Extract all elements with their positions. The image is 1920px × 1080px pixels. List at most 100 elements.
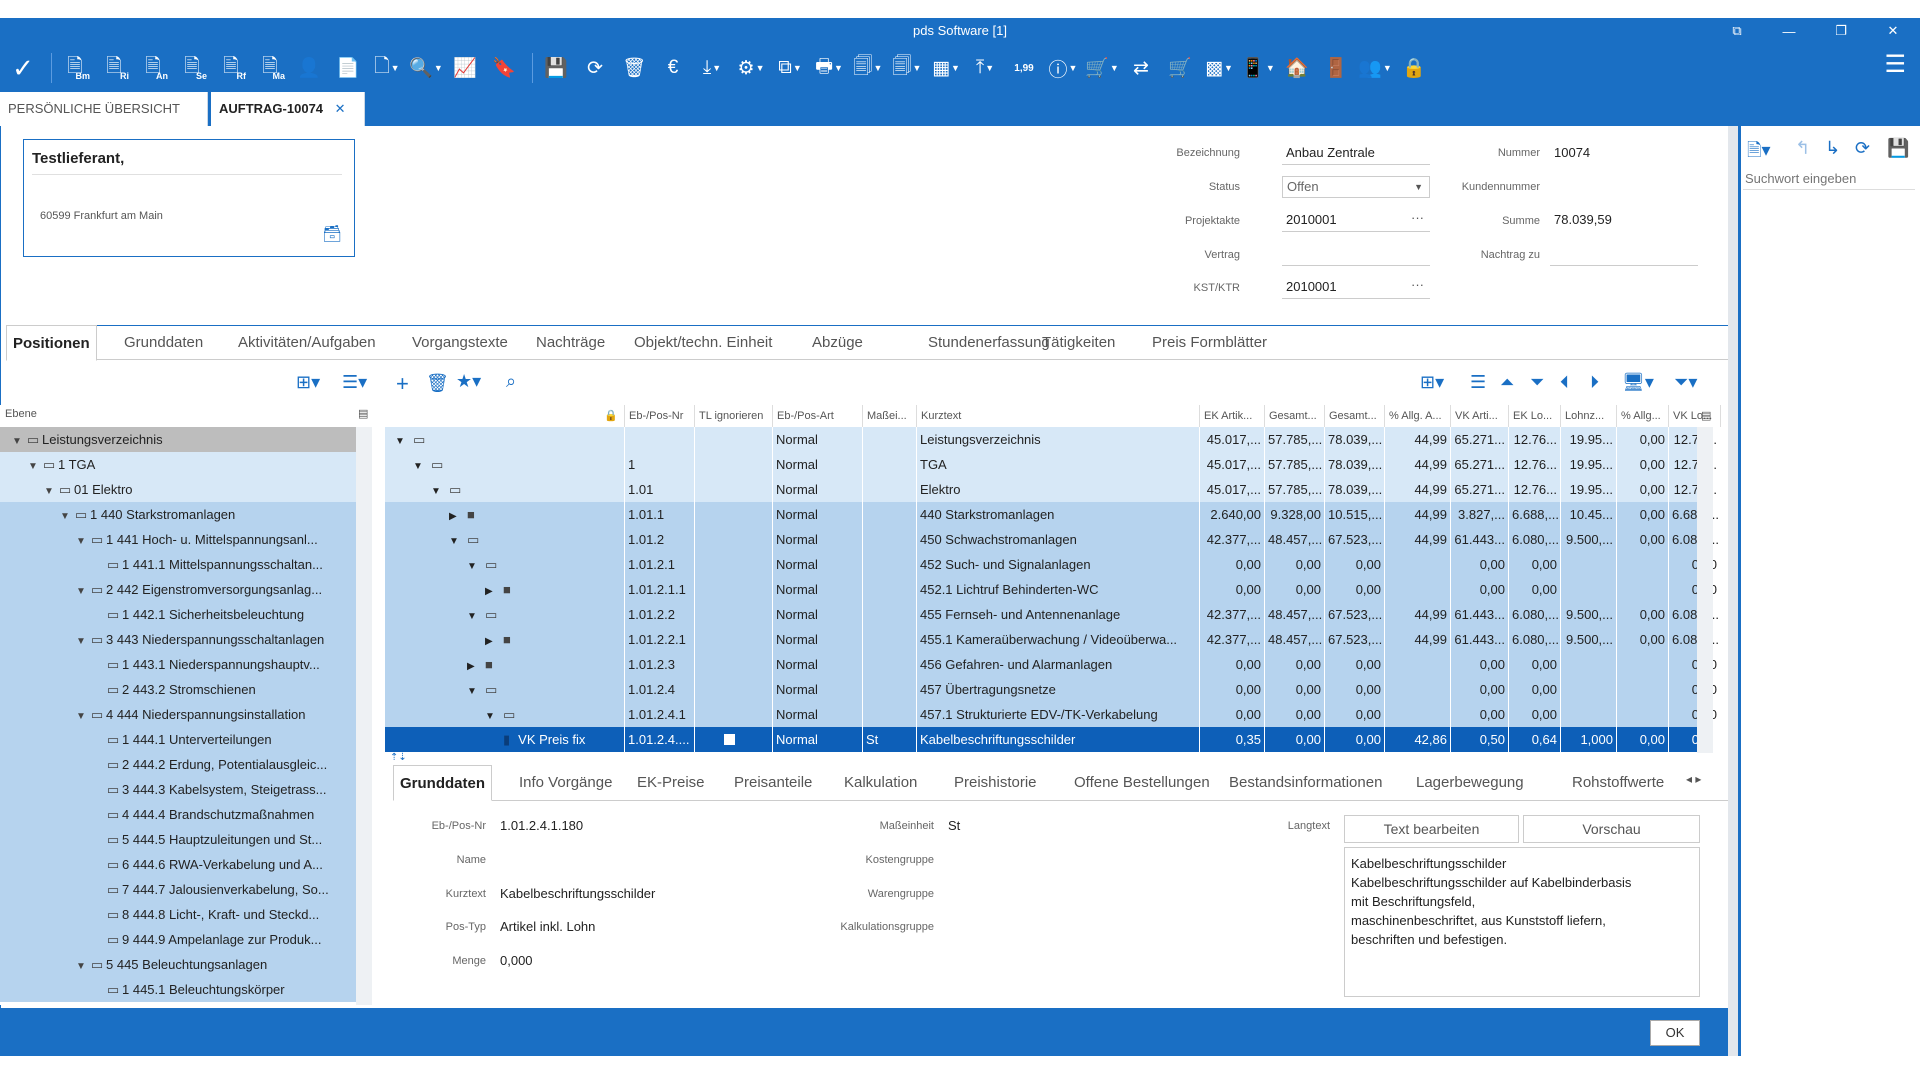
undo-icon[interactable]: ↰	[1795, 138, 1810, 159]
masseinheit-value[interactable]: St	[948, 818, 960, 833]
euro-icon[interactable]: €	[656, 51, 690, 85]
grid-column-header[interactable]: % Allg...	[1617, 405, 1669, 427]
langtext-box[interactable]: Kabelbeschriftungsschilder Kabelbeschrif…	[1344, 847, 1700, 997]
upload-icon[interactable]: ⤒ ▼	[968, 51, 1002, 85]
tab-auftrag[interactable]: AUFTRAG-10074 ✕	[211, 92, 365, 126]
detail-tab-2[interactable]: EK-Preise	[631, 765, 711, 801]
detail-tab-5[interactable]: Preishistorie	[948, 765, 1043, 801]
tabs-scroll-icon[interactable]: ◂ ▸	[1686, 772, 1701, 786]
tree-row[interactable]: ▼ ▭ 1 441 Hoch- u. Mittelspannungsanl...	[0, 527, 356, 552]
document-add-dropdown-icon[interactable]: 🗋 ▼	[370, 51, 404, 85]
save-icon[interactable]: 💾	[539, 51, 573, 85]
add-grid-icon[interactable]: ⊞▾	[1420, 372, 1444, 393]
restore-window-icon[interactable]: ⧉	[1720, 23, 1754, 39]
tree-row[interactable]: ▼ ▭ 1 TGA	[0, 452, 356, 477]
qr-code-icon[interactable]: ▩ ▼	[1202, 51, 1236, 85]
tree-row[interactable]: ▭ 7 444.7 Jalousienverkabelung, So...	[0, 877, 356, 902]
app-logo-icon[interactable]: ✓	[6, 51, 40, 85]
tree-row[interactable]: ▼ ▭ 3 443 Niederspannungsschaltanlagen	[0, 627, 356, 652]
address-card-icon[interactable]: 🗃	[322, 224, 342, 244]
tree-row[interactable]: ▼ ▭ 2 442 Eigenstromversorgungsanlag...	[0, 577, 356, 602]
move-right-icon[interactable]: ⏵	[1590, 372, 1599, 393]
status-select[interactable]: Offen ▼	[1282, 176, 1430, 198]
grid-column-header[interactable]: EK Artik...	[1200, 405, 1265, 427]
save-disabled-icon[interactable]: 💾	[1887, 138, 1909, 159]
add-position-icon[interactable]: +	[396, 371, 409, 397]
detail-tab-4[interactable]: Kalkulation	[838, 765, 923, 801]
grid-column-header[interactable]: Maßei...	[863, 405, 917, 427]
kurztext-value[interactable]: Kabelbeschriftungsschilder	[500, 886, 655, 901]
tree-toggle-icon[interactable]: ▼	[26, 454, 40, 477]
add-user-icon[interactable]: 👤	[292, 51, 326, 85]
tree-row[interactable]: ▭ 5 444.5 Hauptzuleitungen und St...	[0, 827, 356, 852]
doc-ma-button[interactable]: 🗎 Ma	[253, 51, 287, 85]
grid-toggle-icon[interactable]: ▼	[449, 529, 463, 552]
grid-column-header[interactable]: Eb-/Pos-Art	[773, 405, 863, 427]
tree-row[interactable]: ▭ 3 444.3 Kabelsystem, Steigetrass...	[0, 777, 356, 802]
detail-tab-0[interactable]: Grunddaten	[393, 765, 492, 801]
grid-toggle-icon[interactable]: ▶	[485, 629, 499, 652]
maximize-icon[interactable]: ❐	[1824, 23, 1858, 39]
doc-bm-button[interactable]: 🗎 Bm	[58, 51, 92, 85]
section-tab-5[interactable]: Objekt/techn. Einheit	[628, 325, 778, 360]
table-row[interactable]: ▶ ■ 1.01.2.3 Normal 456 Gefahren- und Alarma…	[385, 652, 1721, 677]
grid-scrollbar[interactable]	[1697, 427, 1713, 753]
pane-splitter[interactable]	[372, 360, 384, 1005]
lock-icon[interactable]: 🔒	[385, 405, 625, 427]
section-tab-9[interactable]: Preis Formblätter	[1146, 325, 1273, 360]
document-menu-icon[interactable]: 🗎▾	[1747, 138, 1771, 168]
mobile-doc-icon[interactable]: 📱 ▼	[1241, 51, 1275, 85]
tree-row[interactable]: ▭ 2 444.2 Erdung, Potentialausgleic...	[0, 752, 356, 777]
detail-tab-3[interactable]: Preisanteile	[728, 765, 818, 801]
grid-column-header[interactable]: % Allg. A...	[1385, 405, 1451, 427]
column-chooser-icon[interactable]: ▤	[358, 405, 368, 423]
hamburger-menu-icon[interactable]: ☰	[1884, 50, 1906, 79]
return-arrow-icon[interactable]: ↳	[1825, 138, 1840, 159]
preview-button[interactable]: Vorschau	[1523, 815, 1700, 843]
delete-position-icon[interactable]: 🗑	[426, 373, 449, 394]
add-level-icon[interactable]: ⊞▾	[296, 372, 320, 393]
grid-toggle-icon[interactable]: ▼	[431, 479, 445, 502]
detail-tab-1[interactable]: Info Vorgänge	[513, 765, 618, 801]
table-row[interactable]: ▼ ▭ 1.01 Normal Elektro 45.017,... 57.785,... 7…	[385, 477, 1721, 502]
delete-icon[interactable]: 🗑	[617, 51, 651, 85]
tree-row[interactable]: ▼ ▭ 5 445 Beleuchtungsanlagen	[0, 952, 356, 977]
document-search-icon[interactable]: 🔍 ▼	[409, 51, 443, 85]
monitor-icon[interactable]: 🖥▾	[1622, 372, 1654, 393]
transfer-icon[interactable]: ⇄	[1124, 51, 1158, 85]
tree-toggle-icon[interactable]: ▼	[10, 429, 24, 452]
move-left-icon[interactable]: ⏴	[1560, 372, 1569, 393]
doc-ri-button[interactable]: 🗎 Ri	[97, 51, 131, 85]
postyp-value[interactable]: Artikel inkl. Lohn	[500, 919, 595, 934]
minimize-icon[interactable]: —	[1772, 24, 1806, 39]
lock-icon[interactable]: 🔒	[1397, 51, 1431, 85]
doc-an-button[interactable]: 🗎 An	[136, 51, 170, 85]
tree-row[interactable]: ▭ 8 444.8 Licht-, Kraft- und Steckd...	[0, 902, 356, 927]
tree-row[interactable]: ▭ 6 444.6 RWA-Verkabelung und A...	[0, 852, 356, 877]
projektakte-field[interactable]: 2010001 ···	[1282, 210, 1430, 232]
chart-line-icon[interactable]: 📈	[448, 51, 482, 85]
detail-tab-6[interactable]: Offene Bestellungen	[1068, 765, 1216, 801]
tree-row[interactable]: ▭ 1 441.1 Mittelspannungsschaltan...	[0, 552, 356, 577]
grid-toggle-icon[interactable]: ▶	[467, 654, 481, 677]
grid-column-header[interactable]: Eb-/Pos-Nr	[625, 405, 695, 427]
table-row[interactable]: ▮ VK Preis fix 1.01.2.4.... Normal St Kabelbe…	[385, 727, 1721, 752]
tree-row[interactable]: ▭ 4 444.4 Brandschutzmaßnahmen	[0, 802, 356, 827]
table-row[interactable]: ▼ ▭ 1.01.2.4.1 Normal 457.1 Strukturierte ED…	[385, 702, 1721, 727]
detail-tab-7[interactable]: Bestandsinformationen	[1223, 765, 1388, 801]
table-row[interactable]: ▼ ▭ Normal Leistungsverzeichnis 45.017,... 57…	[385, 427, 1721, 452]
section-tab-2[interactable]: Aktivitäten/Aufgaben	[232, 325, 382, 360]
section-tab-4[interactable]: Nachträge	[530, 325, 611, 360]
grid-list-icon[interactable]: ☰	[1470, 372, 1486, 393]
grid-column-header[interactable]: Gesamt...	[1325, 405, 1385, 427]
filter-icon[interactable]: ⏷▾	[1674, 372, 1697, 393]
section-tab-6[interactable]: Abzüge	[806, 325, 869, 360]
cart-list-icon[interactable]: 🛒	[1163, 51, 1197, 85]
tree-row[interactable]: ▭ 1 442.1 Sicherheitsbeleuchtung	[0, 602, 356, 627]
document-send-icon[interactable]: 🗐 ▼	[890, 51, 924, 85]
tree-toggle-icon[interactable]: ▼	[74, 629, 88, 652]
cart-icon[interactable]: 🛒 ▼	[1085, 51, 1119, 85]
grid-column-header[interactable]: TL ignorieren	[695, 405, 773, 427]
price-icon[interactable]: 1,99	[1007, 51, 1041, 85]
grid-column-header[interactable]: EK Lo...	[1509, 405, 1561, 427]
